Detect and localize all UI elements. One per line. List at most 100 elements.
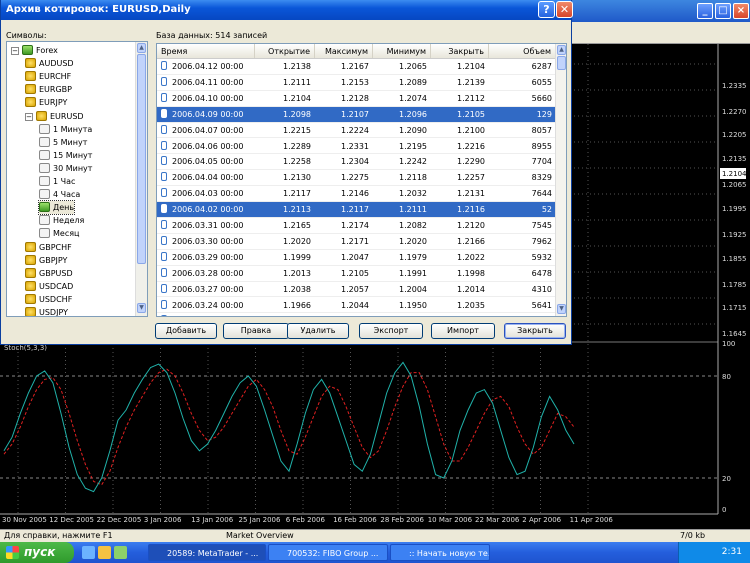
add-button[interactable]: Добавить bbox=[155, 323, 217, 339]
delete-button[interactable]: Удалить bbox=[287, 323, 349, 339]
minimize-icon[interactable]: _ bbox=[697, 3, 713, 19]
table-row[interactable]: 2006.04.09 00:00 1.2098 1.2107 1.2096 1.2105… bbox=[157, 106, 556, 123]
tree-node[interactable]: USDCHF bbox=[25, 293, 72, 306]
column-header[interactable]: Закрыть bbox=[431, 44, 489, 58]
cell-value: 1.2035 bbox=[457, 300, 485, 310]
tree-node[interactable]: 5 Минут bbox=[39, 136, 87, 149]
table-row[interactable]: 2006.03.24 00:00 1.1966 1.2044 1.1950 1.2035… bbox=[157, 298, 556, 314]
table-cell: 6478 bbox=[489, 266, 556, 281]
import-button[interactable]: Импорт bbox=[431, 323, 495, 339]
profile-name[interactable]: Market Overview bbox=[226, 530, 294, 542]
maximize-icon[interactable]: □ bbox=[715, 3, 731, 19]
cell-value: 2006.04.04 00:00 bbox=[172, 173, 244, 183]
tree-node[interactable]: GBPCHF bbox=[25, 241, 72, 254]
price-tick-label: 1.1645 bbox=[722, 330, 747, 338]
table-row[interactable]: 2006.04.04 00:00 1.2130 1.2275 1.2118 1.2257… bbox=[157, 170, 556, 187]
column-header[interactable]: Минимум bbox=[373, 44, 431, 58]
task-fibo-group[interactable]: 700532: FIBO Group ... bbox=[268, 544, 388, 561]
table-row[interactable]: 2006.04.07 00:00 1.2215 1.2224 1.2090 1.2100… bbox=[157, 123, 556, 139]
scroll-up-icon[interactable]: ▲ bbox=[137, 43, 146, 53]
table-cell: 1.2120 bbox=[431, 218, 489, 233]
table-scrollbar[interactable]: ▲ ▼ bbox=[555, 44, 566, 316]
cell-value: 1.2111 bbox=[283, 77, 311, 87]
tree-node[interactable]: 4 Часа bbox=[39, 188, 80, 201]
cell-value: 1.2171 bbox=[341, 236, 369, 246]
tree-node[interactable]: 1 Минута bbox=[39, 123, 92, 136]
tree-node[interactable]: − EURUSD bbox=[25, 110, 84, 123]
cell-value: 7962 bbox=[531, 236, 552, 246]
tree-node[interactable]: USDJPY bbox=[25, 306, 68, 316]
tree-node[interactable]: AUDUSD bbox=[25, 57, 74, 70]
collapse-icon[interactable]: − bbox=[25, 112, 33, 121]
table-cell: 1.2077 bbox=[255, 313, 315, 316]
edit-button[interactable]: Правка bbox=[223, 323, 289, 339]
scroll-thumb[interactable] bbox=[557, 56, 566, 70]
column-header[interactable]: Максимум bbox=[315, 44, 373, 58]
tree-node[interactable]: USDCAD bbox=[25, 280, 73, 293]
export-button[interactable]: Экспорт bbox=[359, 323, 423, 339]
table-cell: 1.2117 bbox=[255, 186, 315, 201]
cell-value: 4310 bbox=[531, 284, 552, 294]
collapse-icon[interactable]: − bbox=[11, 47, 19, 55]
tree-node[interactable]: 1 Час bbox=[39, 175, 75, 188]
table-row[interactable]: 2006.04.05 00:00 1.2258 1.2304 1.2242 1.2290… bbox=[157, 154, 556, 171]
tree-node[interactable]: EURJPY bbox=[25, 96, 67, 109]
table-row[interactable]: 2006.03.28 00:00 1.2013 1.2105 1.1991 1.1998… bbox=[157, 266, 556, 282]
table-cell: 1.2020 bbox=[255, 234, 315, 249]
tree-node[interactable]: GBPJPY bbox=[25, 254, 67, 267]
table-row[interactable]: 2006.03.30 00:00 1.2020 1.2171 1.2020 1.2166… bbox=[157, 234, 556, 250]
tree-scrollbar[interactable]: ▲ ▼ bbox=[135, 42, 147, 316]
tree-node[interactable]: 30 Минут bbox=[39, 162, 92, 175]
table-row[interactable]: 2006.03.29 00:00 1.1999 1.2047 1.1979 1.2022… bbox=[157, 250, 556, 266]
tree-node[interactable]: EURCHF bbox=[25, 70, 71, 83]
table-row[interactable]: 2006.04.02 00:00 1.2113 1.2117 1.2111 1.2116… bbox=[157, 202, 556, 218]
table-row[interactable]: 2006.03.23 00:00 1.2077 1.2079 1.1953 1.1967… bbox=[157, 313, 556, 316]
page-icon bbox=[39, 136, 50, 147]
cell-value: 1.2111 bbox=[399, 205, 427, 215]
scroll-up-icon[interactable]: ▲ bbox=[557, 45, 566, 55]
start-button[interactable]: пуск bbox=[0, 542, 74, 563]
tree-node[interactable]: Месяц bbox=[39, 227, 79, 240]
scroll-down-icon[interactable]: ▼ bbox=[557, 304, 566, 314]
table-row[interactable]: 2006.04.11 00:00 1.2111 1.2153 1.2089 1.2139… bbox=[157, 75, 556, 91]
scroll-thumb[interactable] bbox=[137, 54, 146, 264]
column-header[interactable]: Время bbox=[157, 44, 255, 58]
table-row[interactable]: 2006.03.27 00:00 1.2038 1.2057 1.2004 1.2014… bbox=[157, 282, 556, 298]
tree-node[interactable]: 15 Минут bbox=[39, 149, 92, 162]
tree-node[interactable]: − Forex bbox=[11, 44, 58, 57]
symbols-tree[interactable]: ▲ ▼ − Forex AUDUSD EURCHF EURGBP EURJPY − EURUS… bbox=[6, 41, 148, 317]
column-header[interactable]: Объем bbox=[489, 44, 556, 58]
record-icon bbox=[161, 188, 167, 198]
column-header[interactable]: Открытие bbox=[255, 44, 315, 58]
quicklaunch-desktop-icon[interactable] bbox=[114, 546, 127, 559]
cell-value: 2006.04.09 00:00 bbox=[172, 109, 244, 119]
table-row[interactable]: 2006.04.03 00:00 1.2117 1.2146 1.2032 1.2131… bbox=[157, 186, 556, 203]
cell-value: 1.2098 bbox=[283, 109, 311, 119]
task-forum[interactable]: :: Начать новую те... bbox=[390, 544, 490, 561]
task-metatrader[interactable]: 20589: MetaTrader - ... bbox=[148, 544, 266, 561]
record-icon bbox=[161, 220, 167, 229]
tree-node[interactable]: Неделя bbox=[39, 214, 84, 227]
close-icon[interactable]: ✕ bbox=[556, 1, 573, 18]
table-row[interactable]: 2006.03.31 00:00 1.2165 1.2174 1.2082 1.2120… bbox=[157, 218, 556, 234]
tree-node-label: EURJPY bbox=[39, 98, 68, 108]
terminal-close-icon[interactable]: × bbox=[733, 3, 749, 19]
table-row[interactable]: 2006.04.06 00:00 1.2289 1.2331 1.2195 1.2216… bbox=[157, 139, 556, 155]
scroll-down-icon[interactable]: ▼ bbox=[137, 303, 146, 313]
table-row[interactable]: 2006.04.10 00:00 1.2104 1.2128 1.2074 1.2112… bbox=[157, 91, 556, 107]
table-cell: 1.2047 bbox=[315, 250, 373, 265]
table-cell: 1.2013 bbox=[255, 266, 315, 281]
cell-value: 1.2100 bbox=[457, 125, 485, 135]
tree-node[interactable]: EURGBP bbox=[25, 83, 72, 96]
table-cell: 1.2224 bbox=[315, 123, 373, 138]
quicklaunch-folder-icon[interactable] bbox=[98, 546, 111, 559]
quotes-table[interactable]: Время Открытие Максимум Минимум Закрыть Объем… bbox=[156, 43, 567, 317]
table-row[interactable]: 2006.04.12 00:00 1.2138 1.2167 1.2065 1.2104… bbox=[157, 59, 556, 75]
quicklaunch-ie-icon[interactable] bbox=[82, 546, 95, 559]
table-cell: 8329 bbox=[489, 170, 556, 185]
tree-node[interactable]: GBPUSD bbox=[25, 267, 73, 280]
table-cell: 1.1991 bbox=[373, 266, 431, 281]
tree-node[interactable]: День bbox=[37, 200, 76, 216]
close-button[interactable]: Закрыть bbox=[504, 323, 566, 339]
help-button[interactable]: ? bbox=[538, 1, 555, 18]
